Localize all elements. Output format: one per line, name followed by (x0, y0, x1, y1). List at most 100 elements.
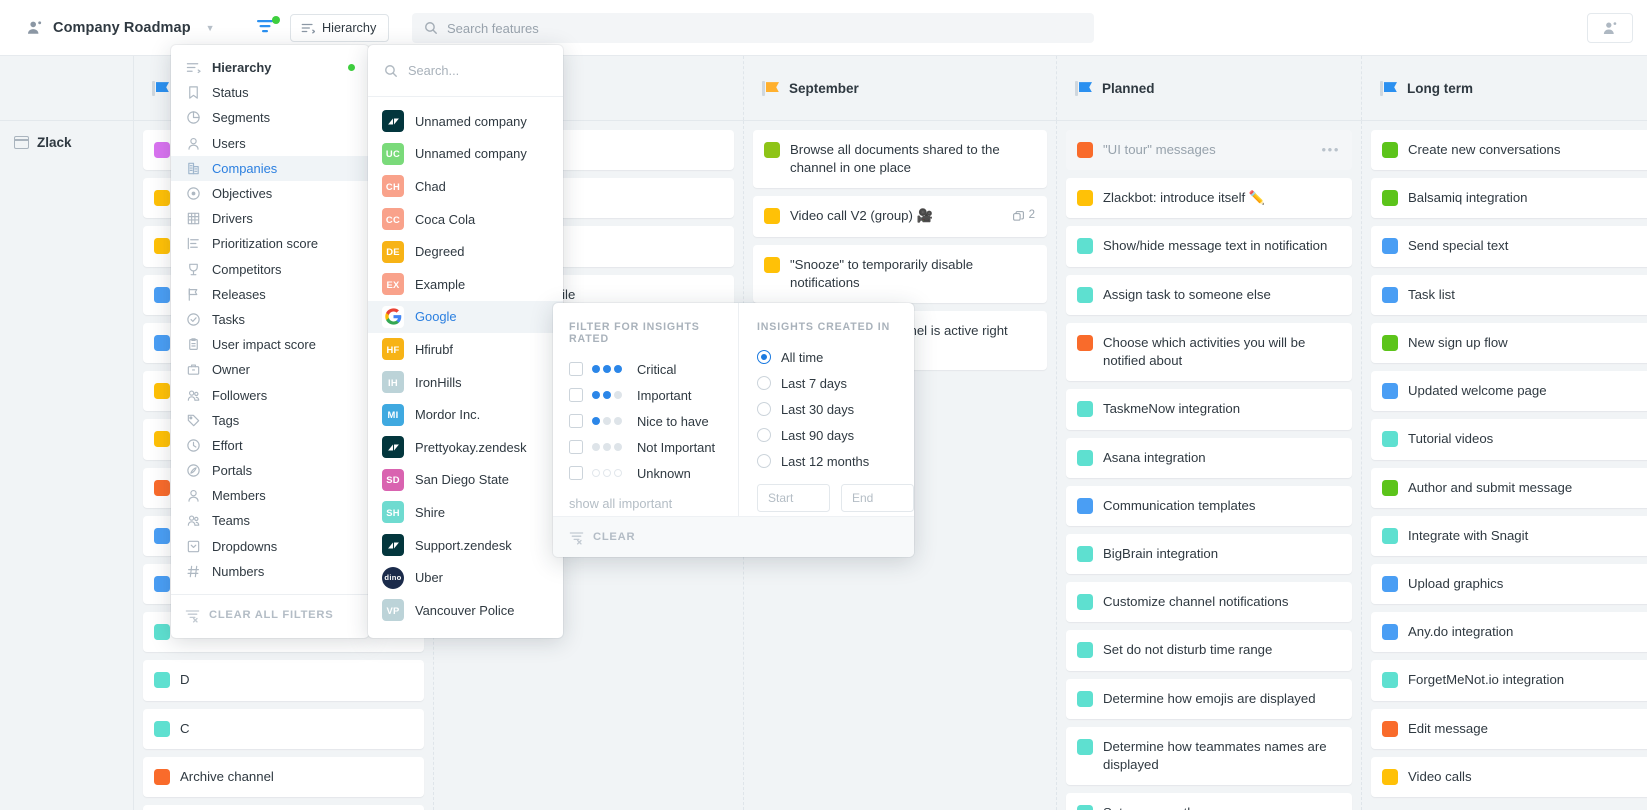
company-item[interactable]: dino Uber (368, 561, 563, 594)
rating-checkbox[interactable] (569, 362, 583, 376)
hierarchy-menu-item-competitors[interactable]: Competitors (171, 257, 369, 282)
feature-card[interactable]: Task list (1371, 274, 1647, 315)
end-date-input[interactable]: End (841, 484, 914, 512)
hierarchy-menu-item-hierarchy[interactable]: Hierarchy (171, 55, 369, 80)
filter-icon[interactable] (255, 16, 280, 39)
rating-filter-row[interactable]: Unknown (569, 460, 738, 486)
period-option-row[interactable]: Last 30 days (757, 396, 914, 422)
hierarchy-menu-item-releases[interactable]: Releases (171, 282, 369, 307)
period-option-row[interactable]: Last 90 days (757, 422, 914, 448)
show-all-important-link[interactable]: show all important (569, 496, 738, 511)
hierarchy-menu-item-objectives[interactable]: Objectives (171, 181, 369, 206)
company-item[interactable]: VP Vancouver Police (368, 594, 563, 627)
period-radio[interactable] (757, 350, 771, 364)
chevron-down-icon[interactable]: ▼ (206, 23, 215, 33)
search-features-input[interactable]: Search features (412, 13, 1094, 43)
start-date-input[interactable]: Start (757, 484, 830, 512)
hierarchy-button[interactable]: Hierarchy (290, 14, 390, 42)
rating-checkbox[interactable] (569, 388, 583, 402)
hierarchy-menu-item-users[interactable]: Users (171, 131, 369, 156)
card-more-options-icon[interactable]: ••• (1322, 141, 1340, 159)
feature-card[interactable]: Video calls (1371, 756, 1647, 798)
hierarchy-menu-item-drivers[interactable]: Drivers (171, 206, 369, 231)
rating-filter-row[interactable]: Nice to have (569, 408, 738, 434)
feature-card[interactable]: Assign task to someone else (1066, 274, 1352, 315)
company-item[interactable]: IH IronHills (368, 366, 563, 399)
hierarchy-menu-item-tags[interactable]: Tags (171, 408, 369, 433)
feature-card[interactable]: Balsamiq integration (1371, 178, 1647, 219)
company-item[interactable]: UC Unnamed company (368, 138, 563, 171)
feature-card[interactable]: Browse all documents shared to the chann… (143, 805, 424, 810)
feature-card[interactable]: Create new conversations (1371, 130, 1647, 171)
feature-card[interactable]: Determine how teammates names are displa… (1066, 726, 1352, 786)
clear-all-filters-button[interactable]: CLEAR ALL FILTERS (171, 595, 369, 623)
hierarchy-menu-item-members[interactable]: Members (171, 483, 369, 508)
company-item[interactable]: SH Shire (368, 496, 563, 529)
rating-filter-row[interactable]: Important (569, 382, 738, 408)
hierarchy-menu-item-prioritization-score[interactable]: Prioritization score (171, 231, 369, 256)
period-radio[interactable] (757, 454, 771, 468)
company-item[interactable]: HF Hfirubf (368, 333, 563, 366)
feature-card[interactable]: New sign up flow (1371, 322, 1647, 364)
company-item[interactable]: CH Chad (368, 170, 563, 203)
period-option-row[interactable]: All time (757, 344, 914, 370)
feature-card[interactable]: Upload graphics (1371, 563, 1647, 605)
feature-card[interactable]: Browse all documents shared to the chann… (753, 130, 1047, 189)
period-radio[interactable] (757, 402, 771, 416)
rating-checkbox[interactable] (569, 414, 583, 428)
feature-card[interactable]: Author and submit message (1371, 467, 1647, 508)
feature-card[interactable]: "UI tour" messages ••• (1066, 130, 1352, 171)
hierarchy-menu-item-portals[interactable]: Portals (171, 458, 369, 483)
company-item[interactable]: EX Example (368, 268, 563, 301)
insights-clear-button[interactable]: CLEAR (553, 516, 914, 557)
hierarchy-menu-item-effort[interactable]: Effort (171, 433, 369, 458)
company-item[interactable]: Unnamed company (368, 105, 563, 138)
hierarchy-menu-item-teams[interactable]: Teams (171, 508, 369, 533)
feature-card[interactable]: Set message theme (1066, 793, 1352, 810)
hierarchy-menu-item-tasks[interactable]: Tasks (171, 307, 369, 332)
feature-card[interactable]: Asana integration (1066, 437, 1352, 478)
hierarchy-menu-item-followers[interactable]: Followers (171, 382, 369, 407)
company-item[interactable]: Prettyokay.zendesk (368, 431, 563, 464)
feature-card[interactable]: Communication templates (1066, 485, 1352, 526)
feature-card[interactable]: Archive channel (143, 756, 424, 798)
feature-card[interactable]: Zlackbot: introduce itself ✏️ (1066, 178, 1352, 219)
hierarchy-menu-item-numbers[interactable]: Numbers (171, 559, 369, 584)
hierarchy-menu-item-segments[interactable]: Segments (171, 105, 369, 130)
period-radio[interactable] (757, 428, 771, 442)
feature-card[interactable]: Tutorial videos (1371, 419, 1647, 460)
feature-card[interactable]: Choose which activities you will be noti… (1066, 322, 1352, 382)
company-item[interactable]: CC Coca Cola (368, 203, 563, 236)
feature-card[interactable]: Updated welcome page (1371, 371, 1647, 412)
feature-card[interactable]: D (143, 660, 424, 701)
feature-card[interactable]: Set do not disturb time range (1066, 630, 1352, 671)
feature-card[interactable]: "Snooze" to temporarily disable notifica… (753, 244, 1047, 304)
company-item[interactable]: MI Mordor Inc. (368, 398, 563, 431)
feature-card[interactable]: BigBrain integration (1066, 533, 1352, 575)
hierarchy-menu-item-companies[interactable]: Companies (171, 155, 369, 181)
feature-card[interactable]: Edit message (1371, 708, 1647, 749)
company-item[interactable]: SD San Diego State (368, 464, 563, 497)
feature-card[interactable]: Any.do integration (1371, 612, 1647, 653)
feature-card[interactable]: Video call V2 (group) 🎥 2 (753, 196, 1047, 237)
feature-card[interactable]: Determine how emojis are displayed (1066, 678, 1352, 719)
period-radio[interactable] (757, 376, 771, 390)
hierarchy-menu-item-user-impact-score[interactable]: User impact score (171, 332, 369, 357)
rating-checkbox[interactable] (569, 440, 583, 454)
account-button[interactable] (1587, 13, 1633, 43)
feature-card[interactable]: Integrate with Snagit (1371, 515, 1647, 556)
companies-search-input[interactable]: Search... (368, 45, 563, 97)
company-item[interactable]: Google (368, 300, 563, 334)
hierarchy-menu-item-owner[interactable]: Owner (171, 357, 369, 382)
hierarchy-menu-item-status[interactable]: Status (171, 80, 369, 105)
feature-card[interactable]: Send special text (1371, 226, 1647, 267)
feature-card[interactable]: TaskmeNow integration (1066, 389, 1352, 430)
rating-filter-row[interactable]: Not Important (569, 434, 738, 460)
feature-card[interactable]: C (143, 708, 424, 749)
rating-checkbox[interactable] (569, 466, 583, 480)
company-item[interactable]: Support.zendesk (368, 529, 563, 562)
period-option-row[interactable]: Last 12 months (757, 448, 914, 474)
hierarchy-menu-item-dropdowns[interactable]: Dropdowns (171, 534, 369, 559)
workspace-selector[interactable]: Company Roadmap ▼ (26, 19, 215, 37)
feature-card[interactable]: ForgetMeNot.io integration (1371, 660, 1647, 701)
